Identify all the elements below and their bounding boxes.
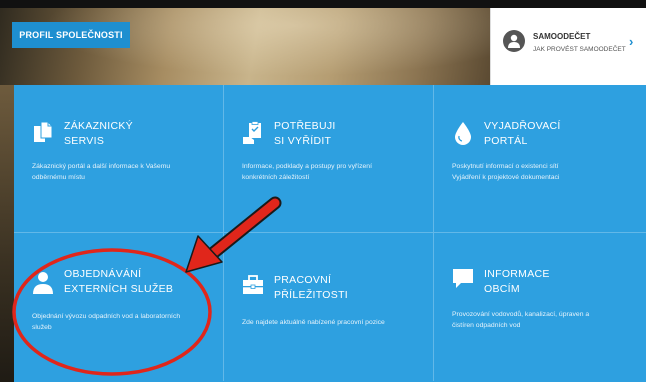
briefcase-icon: [242, 273, 264, 297]
person-icon: [32, 271, 54, 295]
documents-icon: [32, 121, 54, 145]
chevron-right-icon[interactable]: ›: [629, 34, 633, 49]
self-reading-subtitle: JAK PROVÉST SAMOODEČET: [533, 46, 626, 53]
top-bar: [0, 0, 646, 8]
self-reading-card[interactable]: SAMOODEČET JAK PROVÉST SAMOODEČET ›: [490, 8, 646, 85]
tile-customer-service[interactable]: ZÁKAZNICKÝ SERVIS Zákaznický portál a da…: [14, 85, 224, 233]
tile-title: PRACOVNÍ PŘÍLEŽITOSTI: [274, 274, 349, 301]
tile-statement-portal[interactable]: VYJADŘOVACÍ PORTÁL Poskytnutí informací …: [434, 85, 646, 233]
tile-description: Zákaznický portál a další informace k Va…: [32, 163, 171, 181]
user-pin-icon: [503, 30, 525, 52]
tile-external-services[interactable]: OBJEDNÁVÁNÍ EXTERNÍCH SLUŽEB Objednání v…: [14, 233, 224, 381]
page: PROFIL SPOLEČNOSTI SAMOODEČET JAK PROVÉS…: [0, 0, 646, 382]
tile-need-to-arrange[interactable]: POTŘEBUJI SI VYŘÍDIT Informace, podklady…: [224, 85, 434, 233]
hero-photo-edge: [0, 85, 14, 382]
speech-bubble-icon: [452, 267, 474, 291]
tile-title: INFORMACE OBCÍM: [484, 268, 550, 295]
tile-title: OBJEDNÁVÁNÍ EXTERNÍCH SLUŽEB: [64, 268, 174, 295]
clipboard-hand-icon: [242, 121, 264, 145]
tile-description: Informace, podklady a postupy pro vyříze…: [242, 163, 372, 181]
tile-job-opportunities[interactable]: PRACOVNÍ PŘÍLEŽITOSTI Zde najdete aktuál…: [224, 233, 434, 381]
company-profile-button[interactable]: PROFIL SPOLEČNOSTI: [12, 22, 130, 48]
services-grid: ZÁKAZNICKÝ SERVIS Zákaznický portál a da…: [14, 85, 646, 382]
tile-title: ZÁKAZNICKÝ SERVIS: [64, 120, 133, 147]
tile-description: Provozování vodovodů, kanalizací, úprave…: [452, 311, 590, 329]
tile-description: Zde najdete aktuálně nabízené pracovní p…: [242, 319, 385, 326]
self-reading-title: SAMOODEČET: [533, 32, 591, 41]
tile-title: VYJADŘOVACÍ PORTÁL: [484, 120, 561, 147]
water-drop-icon: [452, 121, 474, 145]
tile-description: Objednání vývozu odpadních vod a laborat…: [32, 313, 181, 331]
tile-municipality-info[interactable]: INFORMACE OBCÍM Provozování vodovodů, ka…: [434, 233, 646, 381]
tile-title: POTŘEBUJI SI VYŘÍDIT: [274, 120, 336, 147]
tile-description: Poskytnutí informací o existenci sítí Vy…: [452, 163, 560, 181]
